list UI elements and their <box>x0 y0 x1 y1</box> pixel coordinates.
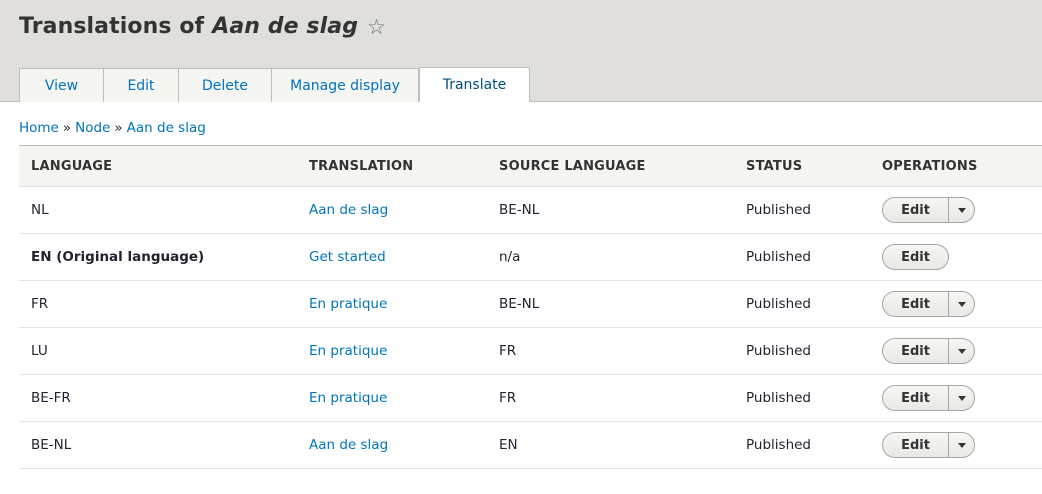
operations-dropbutton: Edit <box>882 197 975 223</box>
cell-status: Published <box>734 327 870 375</box>
cell-status: Published <box>734 421 870 469</box>
breadcrumb: Home» Node» Aan de slag <box>19 120 206 136</box>
edit-button[interactable]: Edit <box>883 433 948 457</box>
translation-link[interactable]: Get started <box>309 249 386 265</box>
tab-translate[interactable]: Translate <box>419 67 530 102</box>
page-title-node: Aan de slag <box>212 14 359 39</box>
cell-status: Published <box>734 280 870 328</box>
edit-button[interactable]: Edit <box>883 292 948 316</box>
table-row: FR En pratique BE-NL Published Edit <box>19 280 1042 328</box>
table-row: BE-FR En pratique FR Published Edit <box>19 374 1042 422</box>
table-row: EN (Original language) Get started n/a P… <box>19 233 1042 281</box>
operations-dropbutton: Edit <box>882 244 949 270</box>
cell-language: BE-NL <box>19 421 297 469</box>
chevron-down-icon <box>957 442 966 448</box>
header-source-language: SOURCE LANGUAGE <box>487 145 734 187</box>
tab-view[interactable]: View <box>19 68 103 102</box>
cell-source-language: BE-NL <box>487 280 734 328</box>
cell-language: LU <box>19 327 297 375</box>
edit-button[interactable]: Edit <box>883 339 948 363</box>
chevron-down-icon <box>957 207 966 213</box>
operations-dropbutton: Edit <box>882 338 975 364</box>
breadcrumb-current[interactable]: Aan de slag <box>127 120 206 136</box>
operations-dropbutton: Edit <box>882 385 975 411</box>
dropdown-toggle[interactable] <box>948 386 974 410</box>
operations-dropbutton: Edit <box>882 291 975 317</box>
cell-source-language: EN <box>487 421 734 469</box>
tab-edit[interactable]: Edit <box>103 68 178 102</box>
dropdown-toggle[interactable] <box>948 198 974 222</box>
translations-table: LANGUAGE TRANSLATION SOURCE LANGUAGE STA… <box>19 145 1042 469</box>
translation-link[interactable]: En pratique <box>309 343 387 359</box>
chevron-down-icon <box>957 395 966 401</box>
cell-status: Published <box>734 233 870 281</box>
cell-status: Published <box>734 374 870 422</box>
star-icon[interactable]: ☆ <box>367 15 386 39</box>
edit-button[interactable]: Edit <box>883 245 948 269</box>
translation-link[interactable]: Aan de slag <box>309 202 388 218</box>
cell-language: FR <box>19 280 297 328</box>
breadcrumb-separator: » <box>114 120 123 136</box>
tab-manage-display[interactable]: Manage display <box>271 68 419 102</box>
primary-tabs: View Edit Delete Manage display Translat… <box>19 67 530 102</box>
dropdown-toggle[interactable] <box>948 292 974 316</box>
table-row: LU En pratique FR Published Edit <box>19 327 1042 375</box>
chevron-down-icon <box>957 301 966 307</box>
operations-dropbutton: Edit <box>882 432 975 458</box>
chevron-down-icon <box>957 348 966 354</box>
table-row: BE-NL Aan de slag EN Published Edit <box>19 421 1042 469</box>
cell-source-language: BE-NL <box>487 186 734 234</box>
tab-delete[interactable]: Delete <box>178 68 271 102</box>
cell-language: NL <box>19 186 297 234</box>
breadcrumb-home[interactable]: Home <box>19 120 59 136</box>
breadcrumb-node[interactable]: Node <box>75 120 110 136</box>
header-language: LANGUAGE <box>19 145 297 187</box>
translation-link[interactable]: En pratique <box>309 296 387 312</box>
cell-language: BE-FR <box>19 374 297 422</box>
edit-button[interactable]: Edit <box>883 386 948 410</box>
table-row: NL Aan de slag BE-NL Published Edit <box>19 186 1042 234</box>
table-header-row: LANGUAGE TRANSLATION SOURCE LANGUAGE STA… <box>19 145 1042 187</box>
breadcrumb-separator: » <box>62 120 72 136</box>
dropdown-toggle[interactable] <box>948 339 974 363</box>
cell-source-language: n/a <box>487 233 734 281</box>
cell-language: EN (Original language) <box>19 233 297 281</box>
cell-source-language: FR <box>487 374 734 422</box>
edit-button[interactable]: Edit <box>883 198 948 222</box>
page-header: Translations of Aan de slag ☆ View Edit … <box>0 0 1042 102</box>
page-title: Translations of Aan de slag ☆ <box>19 14 386 39</box>
translation-link[interactable]: Aan de slag <box>309 437 388 453</box>
header-translation: TRANSLATION <box>297 145 487 187</box>
header-operations: OPERATIONS <box>870 145 1042 187</box>
cell-status: Published <box>734 186 870 234</box>
dropdown-toggle[interactable] <box>948 433 974 457</box>
header-status: STATUS <box>734 145 870 187</box>
cell-source-language: FR <box>487 327 734 375</box>
translation-link[interactable]: En pratique <box>309 390 387 406</box>
page-title-prefix: Translations of <box>19 14 205 39</box>
